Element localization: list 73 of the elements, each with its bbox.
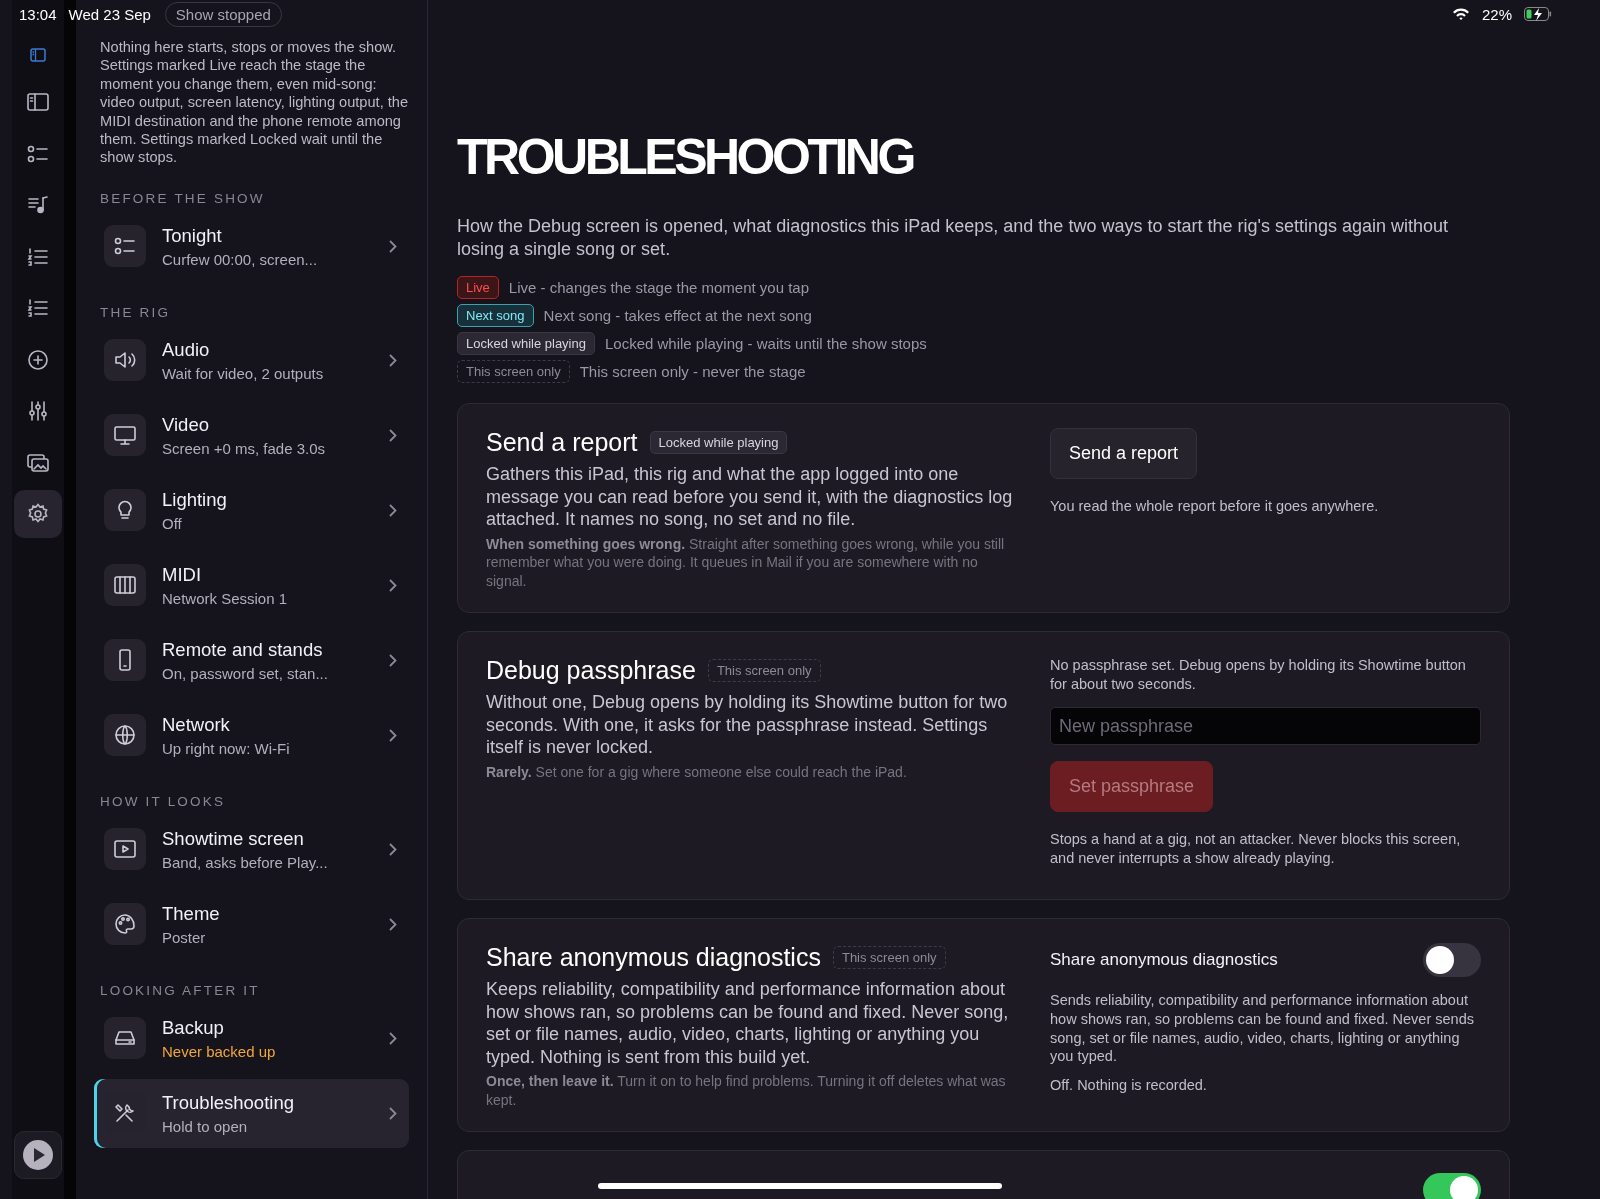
tag: This screen only [457, 360, 570, 383]
chevron-icon [389, 239, 397, 253]
toggle-label: Share anonymous diagnostics [1050, 950, 1278, 971]
sidebar-item[interactable]: Video Screen +0 ms, fade 3.0s [94, 400, 409, 470]
page-intro: How the Debug screen is opened, what diagnostics this iPad keeps, and the two ways to start the rig's settings again without losing a single song or set. [457, 215, 1449, 260]
legend-text: Live - changes the stage the moment you tap [508, 279, 810, 296]
chevron-icon [389, 353, 397, 367]
page-title: TROUBLESHOOTING [457, 128, 915, 187]
sidebar-item[interactable]: Network Up right now: Wi-Fi [94, 700, 409, 770]
tag: This screen only [832, 946, 946, 970]
section-heading: BEFORE THE SHOW [100, 190, 266, 206]
sidebar-item[interactable]: MIDI Network Session 1 [94, 550, 409, 620]
tag: Locked while playing [649, 431, 788, 454]
play-icon [23, 1140, 53, 1170]
tag: Live [457, 276, 499, 299]
passphrase-status: No passphrase set. Debug opens by holding its Showtime button for about two seconds. [1050, 656, 1467, 694]
card-title: Send a report [486, 428, 638, 457]
numbered-icon [26, 296, 50, 320]
monitor-icon [113, 423, 137, 448]
section-heading: THE RIG [100, 304, 172, 320]
sidebar-item[interactable]: Theme Poster [94, 889, 409, 959]
globe-icon [113, 723, 137, 748]
tag: Next song [457, 304, 534, 327]
legend-text: Next song - takes effect at the next song [543, 307, 812, 324]
card-description: Keeps reliability, compatibility and performance information about how shows ran, so problems can be found and fixed. Never song, set or file names, audio, video, charts, lighting or anything you typed. Nothing is sent from this build yet. [486, 978, 1010, 1069]
section-heading: HOW IT LOOKS [100, 793, 227, 809]
toggle-switch[interactable] [1423, 943, 1481, 978]
chevron-icon [389, 428, 397, 442]
chevron-icon [389, 578, 397, 592]
sidebar-toggle-icon[interactable] [30, 48, 46, 62]
wifi-icon [1451, 7, 1470, 21]
sidebar-item[interactable]: Lighting Off [94, 475, 409, 545]
chevron-icon [389, 1031, 397, 1045]
chevron-icon [389, 728, 397, 742]
button-caption: Stops a hand at a gig, not an attacker. Never blocks this screen, and never interrupts a show already playing. [1050, 830, 1462, 868]
toggle-description: Sends reliability, compatibility and performance information about how shows ran, so problems can be found and fixed. Never sends song, set or file names, audio, video, charts, lighting or anything you typed. [1050, 991, 1475, 1066]
sidebar-item[interactable]: Remote and stands On, password set, stan... [94, 625, 409, 695]
section-heading: LOOKING AFTER IT [100, 982, 261, 998]
card-title: Share anonymous diagnostics [486, 943, 821, 973]
sidebar-item[interactable]: Tonight Curfew 00:00, screen... [94, 211, 409, 281]
chevron-icon [389, 917, 397, 931]
sidebar-item[interactable]: Audio Wait for video, 2 outputs [94, 325, 409, 395]
play-button[interactable] [14, 1131, 62, 1179]
toggle-switch[interactable] [1423, 1173, 1481, 1199]
sidebar-icon [26, 90, 50, 114]
chevron-icon [389, 1106, 397, 1120]
sidebar-intro: Nothing here starts, stops or moves the show. Settings marked Live reach the stage the moment you change them, even mid-song: video output, screen latency, lighting output, the MIDI destination and the phone remote among them. Settings marked Locked wait until the show stops. [100, 38, 409, 167]
legend-text: This screen only - never the stage [579, 363, 806, 380]
card-description: Gathers this iPad, this rig and what the app logged into one message you can read before you send it, with the diagnostics log attached. It names no song, no set and no file. [486, 463, 1014, 531]
status-date: Wed 23 Sep [68, 5, 151, 23]
toggle-status: Off. Nothing is recorded. [1050, 1075, 1207, 1095]
card-note: When something goes wrong. Straight after something goes wrong, while you still remember what you were doing. It queues in Mail if you are somewhere with no signal. [486, 534, 1006, 590]
status-time: 13:04 [19, 5, 57, 23]
chevron-icon [389, 842, 397, 856]
chevron-icon [389, 503, 397, 517]
send-report-button[interactable]: Send a report [1050, 428, 1198, 479]
palette-icon [113, 912, 137, 937]
sliders-icon [26, 399, 50, 423]
sidebar-item[interactable]: Troubleshooting Hold to open [94, 1078, 409, 1148]
chevron-icon [389, 653, 397, 667]
card-title: Debug passphrase [486, 656, 696, 685]
battery-percent: 22% [1481, 5, 1512, 23]
card-note: Once, then leave it. Turn it on to help find problems. Turning it off deletes what was kept. [486, 1072, 1007, 1110]
plus-icon [26, 347, 50, 372]
legend-text: Locked while playing - waits until the show stops [604, 335, 927, 352]
sidebar-item[interactable]: Showtime screen Band, asks before Play... [94, 814, 409, 884]
button-caption: You read the whole report before it goes anywhere. [1050, 497, 1379, 516]
tag: Locked while playing [457, 332, 595, 355]
card-description: Without one, Debug opens by holding its Showtime button for two seconds. With one, it asks for the passphrase instead. Settings itself is never locked. [486, 691, 1009, 759]
card-note: Rarely. Set one for a gig where someone else could reach the iPad. [486, 762, 908, 781]
tag: This screen only [707, 659, 821, 682]
rail-button[interactable] [14, 490, 62, 538]
sidebar-item[interactable]: Backup Never backed up [94, 1003, 409, 1073]
